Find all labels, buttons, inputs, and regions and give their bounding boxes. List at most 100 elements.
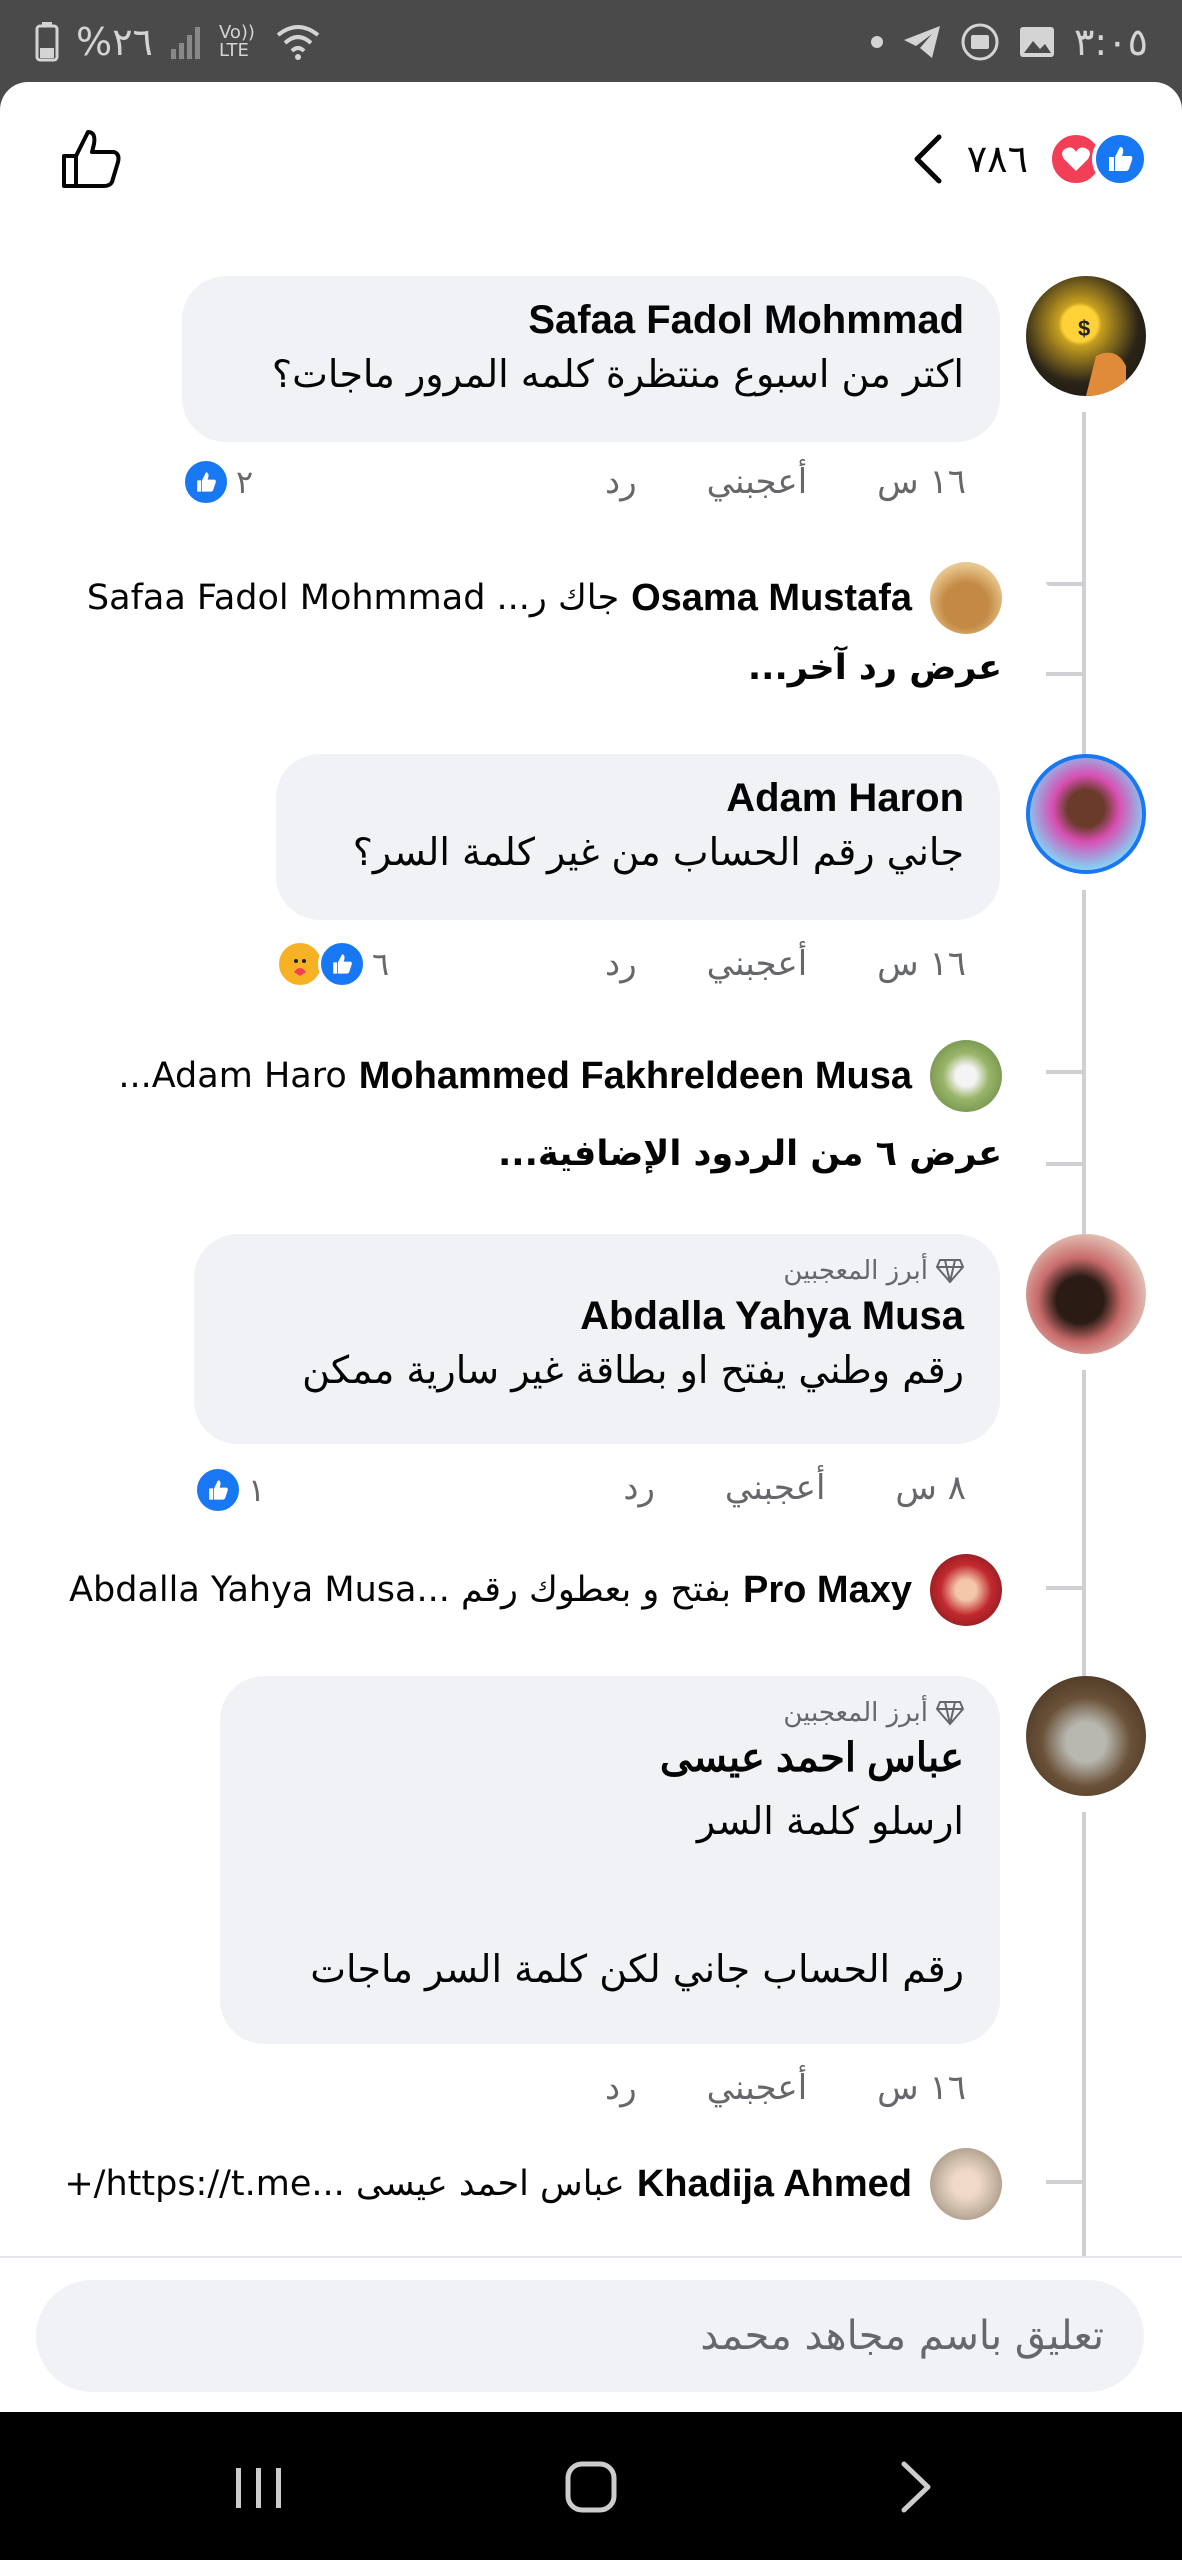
- comment-time: ١٦ س: [877, 944, 966, 984]
- comment-thread: أبرز المعجبين Abdalla Yahya Musa رقم وطن…: [0, 1234, 1182, 1690]
- home-icon[interactable]: [556, 2452, 626, 2522]
- view-more-replies[interactable]: عرض ٦ من الردود الإضافية...: [498, 1134, 1002, 1174]
- top-fan-badge: أبرز المعجبين: [256, 1694, 964, 1732]
- comment-author[interactable]: Adam Haron: [312, 772, 964, 824]
- reply-snippet: Adam Haro...: [118, 1056, 347, 1096]
- reply-button[interactable]: رد: [605, 2068, 637, 2108]
- dot-icon: [870, 36, 883, 48]
- reply-snippet: عباس احمد عيسى ...https://t.me/+: [64, 2164, 625, 2204]
- system-nav-bar: [0, 2412, 1182, 2560]
- comment-time: ١٦ س: [877, 2068, 966, 2108]
- reply-author[interactable]: Pro Maxy: [743, 1569, 912, 1612]
- comment-text: جاني رقم الحساب من غير كلمة السر؟: [352, 830, 964, 874]
- network-label: Vo)) LTE: [218, 22, 255, 61]
- reply-author[interactable]: Osama Mustafa: [631, 577, 912, 620]
- svg-text:$: $: [1078, 316, 1090, 341]
- avatar[interactable]: [930, 562, 1002, 634]
- comments-sheet: ٧٨٦ $ Safaa Fadol Mohmmad اكتر من اسبوع …: [0, 82, 1182, 2412]
- like-button[interactable]: أعجبني: [707, 944, 808, 984]
- comment-thread: $ Safaa Fadol Mohmmad اكتر من اسبوع منتظ…: [0, 272, 1182, 812]
- top-fan-badge: أبرز المعجبين: [230, 1252, 964, 1290]
- like-outline-icon[interactable]: [58, 126, 124, 192]
- comment-text: رقم وطني يفتح او بطاقة غير سارية ممكن: [302, 1348, 964, 1392]
- signal-icon: [170, 27, 200, 59]
- comment-reactions[interactable]: ٢: [182, 458, 253, 506]
- recent-apps-icon[interactable]: [224, 2452, 294, 2522]
- reply-preview[interactable]: Mohammed Fakhreldeen Musa Adam Haro...: [0, 1040, 1182, 1112]
- reply-author[interactable]: Khadija Ahmed: [637, 2163, 912, 2206]
- sheet-header: ٧٨٦: [0, 82, 1182, 232]
- reply-button[interactable]: رد: [623, 1468, 655, 1508]
- back-icon[interactable]: [882, 2452, 952, 2522]
- like-reaction-icon: [1092, 131, 1148, 187]
- comment-reactions[interactable]: ١: [194, 1466, 265, 1514]
- like-button[interactable]: أعجبني: [707, 2068, 808, 2108]
- reply-snippet: بفتح و بعطوك رقم ...Abdalla Yahya Musa: [69, 1570, 732, 1610]
- like-button[interactable]: أعجبني: [725, 1468, 826, 1508]
- reactions-summary[interactable]: ٧٨٦: [907, 126, 1148, 192]
- comment-time: ١٦ س: [877, 462, 966, 502]
- reply-button[interactable]: رد: [605, 944, 637, 984]
- thread-curve: [1046, 1162, 1086, 1166]
- comment-time: ٨ س: [895, 1468, 966, 1508]
- screen-record-icon: [961, 23, 999, 61]
- telegram-icon: [903, 26, 940, 58]
- reply-button[interactable]: رد: [605, 462, 637, 502]
- gallery-icon: [1019, 27, 1054, 57]
- battery-icon: [35, 22, 59, 62]
- comment-author[interactable]: عباس احمد عيسى: [256, 1732, 964, 1784]
- comment-bubble[interactable]: Adam Haron جاني رقم الحساب من غير كلمة ا…: [276, 754, 1000, 920]
- comment-bubble[interactable]: Safaa Fadol Mohmmad اكتر من اسبوع منتظرة…: [182, 276, 1000, 442]
- diamond-icon: [936, 1259, 964, 1284]
- like-reaction-icon: [318, 940, 366, 988]
- comment-actions: ١٦ س أعجبني رد: [605, 462, 966, 502]
- comment-thread: أبرز المعجبين عباس احمد عيسى ارسلو كلمة …: [0, 1676, 1182, 2342]
- comment-bubble[interactable]: أبرز المعجبين عباس احمد عيسى ارسلو كلمة …: [220, 1676, 1000, 2044]
- comment-author[interactable]: Abdalla Yahya Musa: [230, 1290, 964, 1342]
- chevron-left-icon[interactable]: [907, 131, 947, 187]
- reply-preview-text: Pro Maxy بفتح و بعطوك رقم ...Abdalla Yah…: [69, 1554, 912, 1626]
- reply-preview-text: Osama Mustafa جاك ر... Safaa Fadol Mohmm…: [87, 562, 912, 634]
- reply-snippet: جاك ر... Safaa Fadol Mohmmad: [86, 578, 620, 618]
- badge-label: أبرز المعجبين: [783, 1698, 928, 1728]
- comment-bubble[interactable]: أبرز المعجبين Abdalla Yahya Musa رقم وطن…: [194, 1234, 1000, 1444]
- avatar[interactable]: [930, 2148, 1002, 2220]
- battery-percent: %٢٦: [76, 20, 153, 64]
- comment-text: ارسلو كلمة السر رقم الحساب جاني لكن كلمة…: [310, 1799, 964, 1991]
- reply-preview-text: Khadija Ahmed عباس احمد عيسى ...https://…: [64, 2148, 912, 2220]
- view-more-replies[interactable]: عرض رد آخر...: [748, 648, 1002, 688]
- comment-reaction-count: ١: [248, 1471, 266, 1509]
- clock: ٣:٠٥: [1073, 20, 1148, 64]
- diamond-icon: [936, 1701, 964, 1726]
- thread-curve: [1046, 672, 1086, 676]
- comment-reaction-count: ٦: [372, 945, 390, 983]
- avatar[interactable]: [1026, 1234, 1146, 1354]
- comment-author[interactable]: Safaa Fadol Mohmmad: [218, 294, 964, 346]
- comment-text: اكتر من اسبوع منتظرة كلمه المرور ماجات؟: [271, 352, 964, 396]
- thread-line: [1082, 1370, 1086, 1690]
- like-reaction-icon: [182, 458, 230, 506]
- comment-actions: ٨ س أعجبني رد: [623, 1468, 966, 1508]
- avatar[interactable]: [1026, 754, 1146, 874]
- avatar[interactable]: [930, 1554, 1002, 1626]
- reply-preview[interactable]: Osama Mustafa جاك ر... Safaa Fadol Mohmm…: [0, 562, 1182, 634]
- avatar[interactable]: $: [1026, 276, 1146, 396]
- badge-label: أبرز المعجبين: [783, 1256, 928, 1286]
- reply-author[interactable]: Mohammed Fakhreldeen Musa: [359, 1055, 912, 1098]
- reply-preview[interactable]: Khadija Ahmed عباس احمد عيسى ...https://…: [0, 2148, 1182, 2220]
- comment-input[interactable]: تعليق باسم مجاهد محمد: [36, 2280, 1144, 2392]
- comment-composer: تعليق باسم مجاهد محمد: [0, 2256, 1182, 2414]
- comment-actions: ١٦ س أعجبني رد: [605, 944, 966, 984]
- comment-thread: Adam Haron جاني رقم الحساب من غير كلمة ا…: [0, 754, 1182, 1274]
- avatar-art: $: [1078, 316, 1126, 396]
- status-left: %٢٦ Vo)) LTE: [34, 20, 321, 64]
- care-reaction-icon: [276, 940, 324, 988]
- like-button[interactable]: أعجبني: [707, 462, 808, 502]
- wifi-icon: [276, 25, 320, 60]
- avatar[interactable]: [930, 1040, 1002, 1112]
- comment-reaction-count: ٢: [236, 463, 254, 501]
- avatar[interactable]: [1026, 1676, 1146, 1796]
- comment-reactions[interactable]: ٦: [276, 940, 389, 988]
- comment-actions: ١٦ س أعجبني رد: [605, 2068, 966, 2108]
- reply-preview[interactable]: Pro Maxy بفتح و بعطوك رقم ...Abdalla Yah…: [0, 1554, 1182, 1626]
